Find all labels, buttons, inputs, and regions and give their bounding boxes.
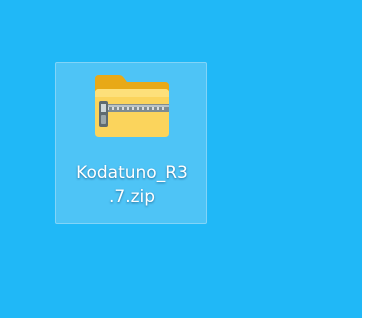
desktop-icon-kodatuno-zip[interactable]: Kodatuno_R3 .7.zip bbox=[55, 62, 207, 224]
label-line-2: .7.zip bbox=[108, 187, 156, 207]
label-line-1: Kodatuno_R3 bbox=[76, 163, 188, 183]
desktop-background[interactable]: Kodatuno_R3 .7.zip bbox=[0, 0, 362, 318]
zip-folder-icon bbox=[95, 75, 169, 137]
screen-border-bottom bbox=[0, 318, 366, 323]
screen-border-right bbox=[362, 0, 366, 323]
desktop-icon-label: Kodatuno_R3 .7.zip bbox=[56, 161, 208, 209]
